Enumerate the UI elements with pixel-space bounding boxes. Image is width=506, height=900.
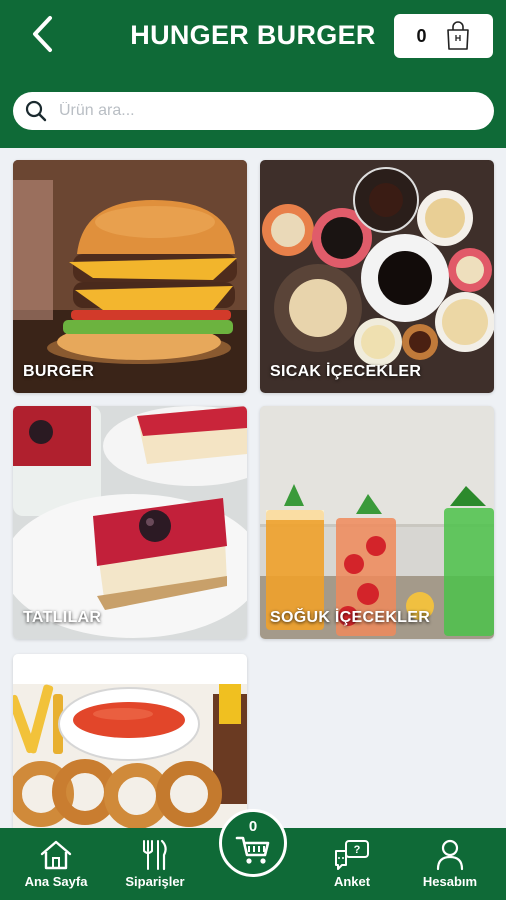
nav-survey[interactable]: ? Anket bbox=[302, 828, 402, 900]
cart-fab-count: 0 bbox=[248, 818, 258, 835]
desserts-image bbox=[13, 406, 247, 639]
nav-account[interactable]: Hesabım bbox=[400, 828, 500, 900]
cart-icon bbox=[235, 836, 270, 864]
search-bar[interactable] bbox=[13, 92, 494, 130]
category-burger[interactable]: BURGER bbox=[13, 160, 247, 393]
nav-orders[interactable]: Siparişler bbox=[105, 828, 205, 900]
snacks-image bbox=[13, 654, 247, 828]
category-label: SICAK İÇECEKLER bbox=[270, 363, 422, 380]
shopping-bag-icon bbox=[446, 21, 469, 50]
nav-home-label: Ana Sayfa bbox=[24, 874, 88, 889]
svg-text:?: ? bbox=[354, 844, 361, 856]
back-button[interactable] bbox=[26, 14, 58, 54]
cart-summary-button[interactable]: 0 bbox=[394, 14, 493, 58]
search-icon bbox=[25, 100, 47, 122]
app-header: HUNGER BURGER 0 bbox=[0, 0, 506, 148]
burger-image bbox=[13, 160, 247, 393]
survey-chat-icon: ? bbox=[335, 840, 369, 870]
nav-account-label: Hesabım bbox=[422, 874, 478, 889]
home-icon bbox=[40, 840, 72, 870]
category-label: SOĞUK İÇECEKLER bbox=[270, 609, 431, 626]
category-hot-drinks[interactable]: SICAK İÇECEKLER bbox=[260, 160, 494, 393]
category-desserts[interactable]: TATLILAR bbox=[13, 406, 247, 639]
cart-count: 0 bbox=[416, 25, 427, 46]
nav-orders-label: Siparişler bbox=[125, 874, 185, 889]
nav-home[interactable]: Ana Sayfa bbox=[6, 828, 106, 900]
nav-survey-label: Anket bbox=[333, 874, 371, 889]
category-label: BURGER bbox=[23, 363, 95, 380]
fork-knife-icon bbox=[143, 839, 167, 871]
cart-fab-button[interactable]: 0 bbox=[219, 809, 287, 877]
category-label: TATLILAR bbox=[23, 609, 102, 626]
category-cold-drinks[interactable]: SOĞUK İÇECEKLER bbox=[260, 406, 494, 639]
user-icon bbox=[436, 839, 464, 871]
cold-drinks-image bbox=[260, 406, 494, 639]
category-snacks[interactable] bbox=[13, 654, 247, 828]
hot-drinks-image bbox=[260, 160, 494, 393]
back-arrow-icon bbox=[33, 16, 52, 52]
search-input[interactable] bbox=[59, 102, 459, 120]
